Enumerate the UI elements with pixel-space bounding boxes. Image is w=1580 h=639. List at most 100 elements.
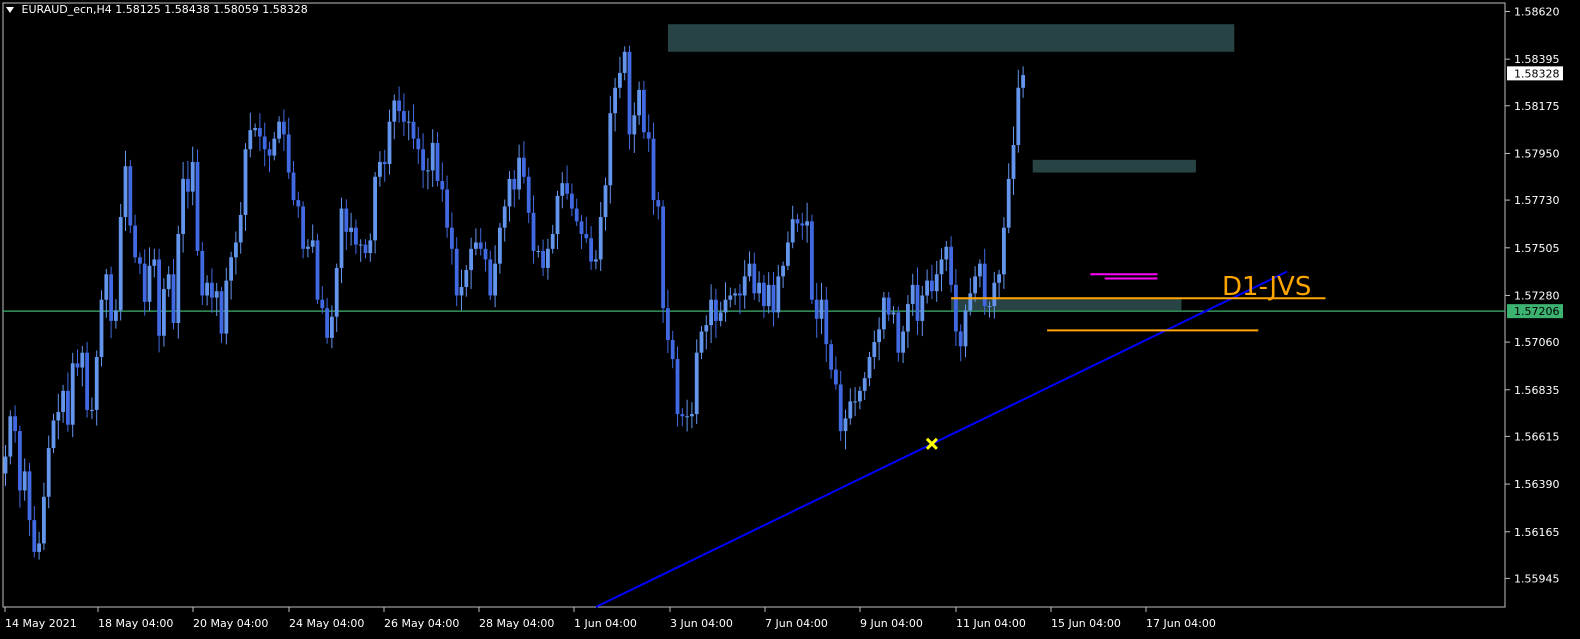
- candle-body: [296, 200, 301, 207]
- candle-body: [138, 257, 142, 264]
- candle-body: [598, 217, 603, 260]
- candle-body: [46, 448, 51, 497]
- candle-body: [714, 299, 718, 321]
- candle-body: [378, 161, 382, 177]
- candle-body: [430, 142, 435, 171]
- candle-body: [949, 246, 953, 285]
- candle-body: [464, 270, 469, 287]
- candle-body: [699, 331, 704, 353]
- candle-body: [330, 316, 334, 338]
- candle-body: [469, 248, 473, 271]
- candle-body: [526, 176, 531, 213]
- current-price-tag: 1.58328: [1514, 67, 1560, 80]
- x-tick-label: 1 Jun 04:00: [574, 617, 637, 630]
- x-tick-label: 24 May 04:00: [289, 617, 364, 630]
- candle-body: [958, 331, 963, 347]
- candle-body: [488, 259, 493, 296]
- candle-body: [824, 299, 829, 345]
- candle-body: [814, 299, 819, 319]
- candle-body: [546, 248, 550, 268]
- candle-body: [459, 286, 464, 296]
- plot-frame: [2, 2, 1506, 608]
- candle-body: [637, 89, 641, 116]
- candle-body: [349, 227, 353, 232]
- candle-body: [882, 297, 886, 330]
- candle-body: [493, 263, 497, 296]
- candle-body: [776, 276, 781, 313]
- candle-body: [920, 295, 925, 321]
- candle-body: [589, 238, 593, 262]
- supply-zone-2: [1032, 159, 1196, 173]
- candle-body: [219, 291, 224, 334]
- candle-body: [214, 291, 219, 298]
- candle-body: [421, 149, 425, 171]
- candle-body: [382, 161, 387, 165]
- candle-body: [176, 234, 181, 324]
- candle-body: [790, 219, 795, 243]
- candle-body: [363, 244, 368, 254]
- candle-body: [709, 299, 713, 326]
- candle-body: [666, 308, 670, 340]
- y-tick-label: 1.57280: [1514, 289, 1560, 302]
- candle-body: [968, 293, 973, 311]
- candle-body: [229, 257, 233, 281]
- x-tick-label: 3 Jun 04:00: [670, 617, 733, 630]
- candle-body: [334, 267, 339, 317]
- candle-body: [392, 100, 397, 122]
- candle-body: [963, 310, 968, 347]
- candle-body: [781, 265, 785, 277]
- candle-body: [166, 274, 171, 290]
- candle-body: [555, 195, 560, 235]
- candle-body: [661, 206, 665, 309]
- candle-body: [133, 225, 137, 258]
- candle-body: [982, 263, 987, 307]
- candle-body: [723, 299, 728, 313]
- candle-body: [18, 431, 22, 491]
- candle-body: [262, 136, 267, 150]
- candle-body: [123, 166, 128, 218]
- candle-body: [426, 170, 430, 172]
- candle-body: [733, 293, 737, 296]
- candle-body: [75, 363, 80, 368]
- candle-body: [848, 401, 853, 419]
- candle-body: [368, 240, 373, 254]
- candle-body: [901, 331, 905, 353]
- candle-body: [843, 418, 848, 432]
- candle-body: [757, 282, 761, 294]
- candle-body: [272, 138, 277, 156]
- y-tick-label: 1.57950: [1514, 147, 1560, 160]
- y-tick-label: 1.57730: [1514, 194, 1560, 207]
- candle-body: [128, 166, 133, 226]
- x-tick-label: 7 Jun 04:00: [765, 617, 828, 630]
- candle-body: [90, 409, 94, 411]
- candle-body: [838, 384, 843, 432]
- candle-body: [162, 289, 166, 336]
- candle-body: [373, 176, 377, 241]
- candle-body: [13, 416, 17, 432]
- candle-body: [253, 128, 257, 131]
- candle-body: [694, 352, 699, 415]
- candle-body: [1006, 178, 1011, 228]
- candle-body: [301, 206, 305, 249]
- candle-body: [450, 227, 454, 249]
- candle-body: [584, 234, 589, 239]
- candle-body: [416, 138, 421, 150]
- x-marker: [925, 437, 938, 450]
- candle-body: [339, 208, 344, 268]
- candle-body: [829, 344, 833, 370]
- candle-body: [248, 130, 253, 150]
- y-tick-label: 1.56390: [1514, 478, 1560, 491]
- candle-body: [594, 259, 598, 262]
- x-tick-label: 28 May 04:00: [479, 617, 554, 630]
- candle-body: [3, 456, 8, 474]
- x-tick-label: 26 May 04:00: [384, 617, 459, 630]
- candle-body: [944, 246, 949, 260]
- candle-body: [85, 352, 89, 410]
- candle-body: [440, 181, 445, 190]
- candle-body: [627, 51, 632, 135]
- candle-body: [1021, 75, 1025, 88]
- y-tick-label: 1.57505: [1514, 242, 1560, 255]
- candle-body: [224, 280, 229, 334]
- candle-body: [867, 356, 872, 379]
- candle-body: [310, 240, 315, 247]
